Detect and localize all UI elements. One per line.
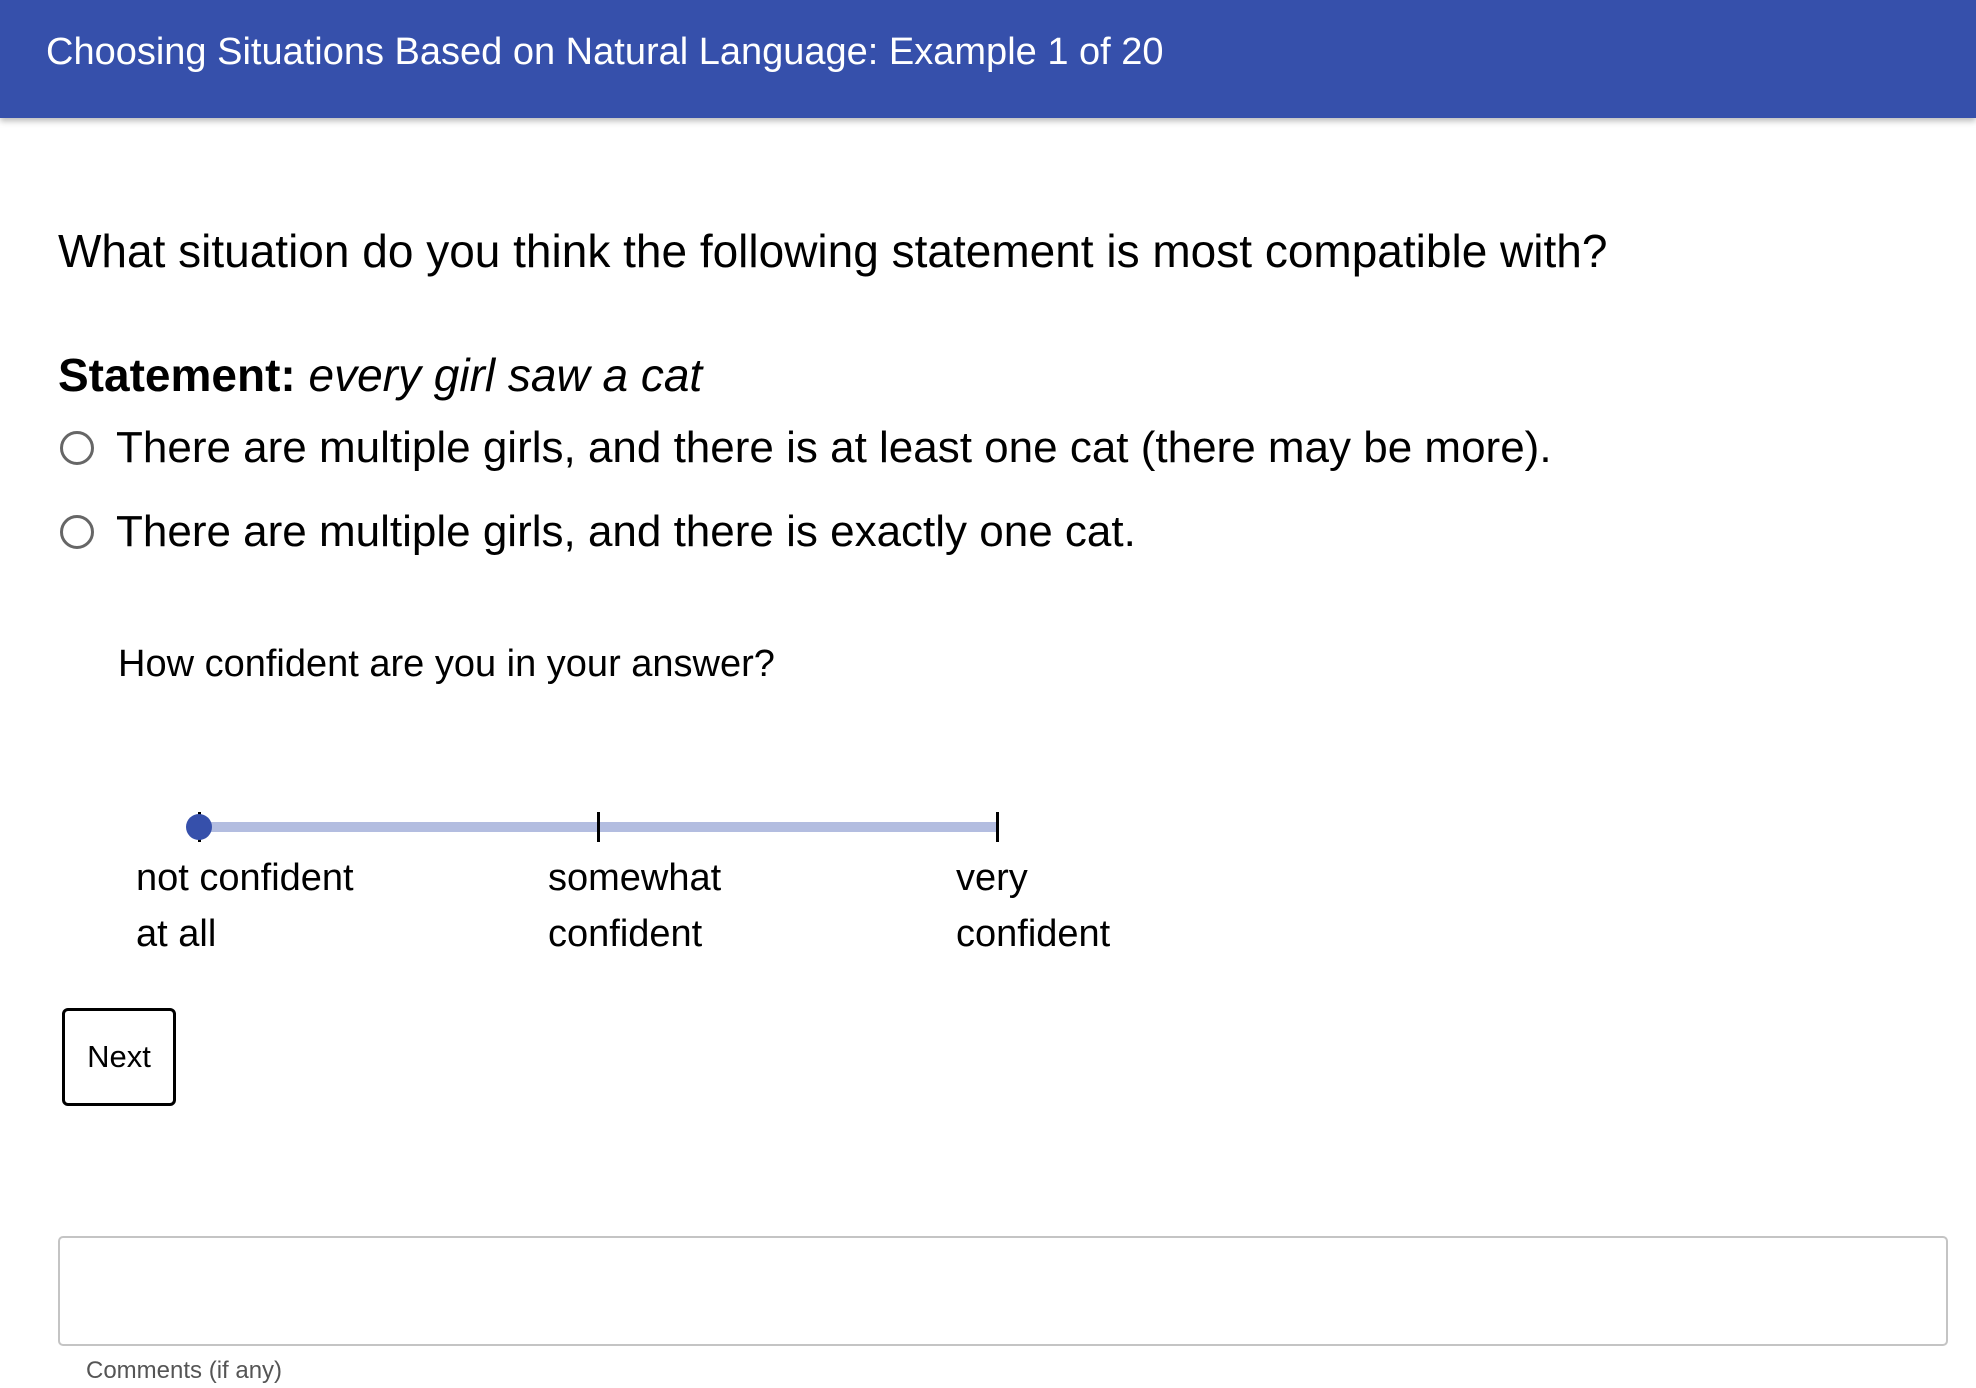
header-bar: Choosing Situations Based on Natural Lan… — [0, 0, 1976, 118]
option-label: There are multiple girls, and there is e… — [116, 507, 1136, 556]
option-exactly-one-cat[interactable]: There are multiple girls, and there is e… — [58, 504, 1136, 560]
slider-tick-mark — [597, 812, 600, 842]
statement-text: every girl saw a cat — [308, 349, 703, 401]
statement-label: Statement: — [58, 349, 296, 401]
comments-input[interactable] — [58, 1236, 1948, 1346]
statement: Statement: every girl saw a cat — [58, 348, 702, 402]
comments-label: Comments (if any) — [86, 1357, 283, 1384]
slider-tick-mark — [996, 812, 999, 842]
confidence-question: How confident are you in your answer? — [118, 643, 775, 685]
option-label: There are multiple girls, and there is a… — [116, 423, 1552, 472]
confidence-slider[interactable] — [186, 808, 1004, 848]
slider-thumb[interactable] — [186, 814, 212, 840]
page-title: Choosing Situations Based on Natural Lan… — [46, 31, 1164, 73]
radio-button-unselected[interactable] — [60, 515, 94, 549]
next-button[interactable]: Next — [62, 1008, 176, 1106]
question-prompt: What situation do you think the followin… — [58, 225, 1608, 277]
tick-label-not-confident: not confident at all — [136, 857, 354, 955]
option-at-least-one-cat[interactable]: There are multiple girls, and there is a… — [58, 420, 1552, 476]
tick-label-somewhat-confident: somewhat confident — [548, 857, 722, 955]
tick-label-very-confident: very confident — [956, 857, 1111, 955]
radio-button-unselected[interactable] — [60, 431, 94, 465]
